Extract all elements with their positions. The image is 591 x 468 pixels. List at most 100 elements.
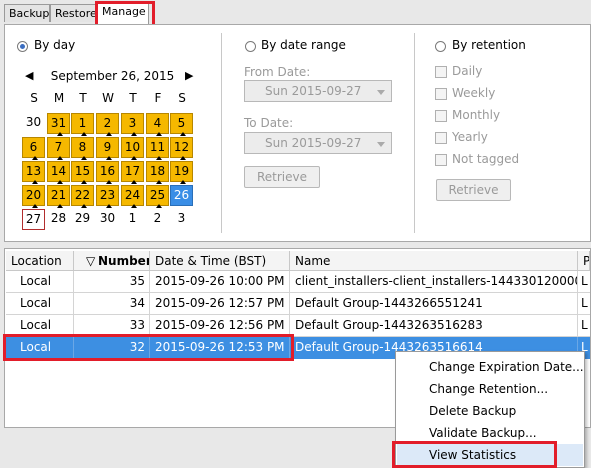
- label-daily: Daily: [452, 64, 483, 78]
- label-by-retention: By retention: [452, 38, 526, 52]
- calendar-day-with-backup[interactable]: 1: [71, 113, 94, 136]
- menu-item-view-statistics[interactable]: View Statistics: [397, 444, 583, 466]
- calendar-day-with-backup[interactable]: 23: [96, 185, 119, 208]
- column-header-datetime[interactable]: Date & Time (BST): [150, 251, 290, 271]
- label-by-date-range: By date range: [261, 38, 346, 52]
- calendar-day-with-backup[interactable]: 25: [146, 185, 169, 208]
- calendar-day-with-backup[interactable]: 15: [71, 161, 94, 184]
- column-header-number-label: Number: [98, 254, 150, 268]
- radio-by-date-range[interactable]: [245, 41, 256, 52]
- calendar-day-with-backup[interactable]: 20: [22, 185, 45, 208]
- table-row[interactable]: Local 33 2015-09-26 12:56 PM Default Gro…: [6, 315, 590, 337]
- cell-number: 34: [74, 293, 150, 314]
- chevron-down-icon: [377, 142, 385, 147]
- calendar-day-with-backup[interactable]: 9: [96, 137, 119, 160]
- cell-location: Local: [6, 293, 74, 314]
- weekday-label: W: [102, 91, 114, 105]
- calendar-day[interactable]: 29: [71, 209, 94, 230]
- menu-item-change-retention[interactable]: Change Retention...: [397, 378, 583, 400]
- context-menu: Change Expiration Date... Change Retenti…: [395, 351, 585, 468]
- calendar-day[interactable]: 3: [170, 209, 193, 230]
- calendar-day-with-backup[interactable]: 16: [96, 161, 119, 184]
- calendar-day-with-backup[interactable]: 3: [121, 113, 144, 136]
- checkbox-yearly[interactable]: [435, 132, 447, 144]
- cell-p: L: [581, 318, 588, 332]
- radio-by-day[interactable]: [17, 41, 28, 52]
- calendar-day-with-backup[interactable]: 8: [71, 137, 94, 160]
- checkbox-weekly[interactable]: [435, 88, 447, 100]
- to-date-label: To Date:: [244, 116, 294, 130]
- cell-datetime: 2015-09-26 10:00 PM: [150, 271, 290, 292]
- calendar-day-with-backup[interactable]: 5: [170, 113, 193, 136]
- cell-number: 33: [74, 315, 150, 336]
- calendar-day[interactable]: 28: [47, 209, 70, 230]
- calendar-day-with-backup[interactable]: 18: [146, 161, 169, 184]
- calendar-day-with-backup[interactable]: 11: [146, 137, 169, 160]
- weekday-label: S: [178, 91, 186, 105]
- checkbox-monthly[interactable]: [435, 110, 447, 122]
- column-header-location[interactable]: Location: [6, 251, 74, 271]
- calendar-day-with-backup[interactable]: 24: [121, 185, 144, 208]
- calendar-day[interactable]: 1: [121, 209, 144, 230]
- sort-descending-icon: ▽: [86, 254, 96, 268]
- menu-item-change-expiration-date[interactable]: Change Expiration Date...: [397, 356, 584, 378]
- calendar-day-selected[interactable]: 26: [170, 185, 193, 206]
- calendar-day-with-backup[interactable]: 17: [121, 161, 144, 184]
- calendar-title: September 26, 2015: [50, 69, 175, 83]
- label-by-day: By day: [34, 38, 76, 52]
- chevron-down-icon: [377, 90, 385, 95]
- cell-name: Default Group-1443263516283: [290, 315, 578, 336]
- checkbox-not-tagged[interactable]: [435, 154, 447, 166]
- checkbox-daily[interactable]: [435, 66, 447, 78]
- weekday-label: T: [129, 91, 137, 105]
- table-row[interactable]: Local 34 2015-09-26 12:57 PM Default Gro…: [6, 293, 590, 315]
- divider: [414, 33, 415, 233]
- next-month-arrow-icon[interactable]: ▶: [185, 69, 193, 82]
- calendar-day[interactable]: 30: [96, 209, 119, 230]
- divider: [221, 33, 222, 233]
- cell-name: client_installers-client_installers-1443…: [290, 271, 578, 292]
- calendar-day[interactable]: 2: [146, 209, 169, 230]
- radio-by-retention[interactable]: [435, 41, 446, 52]
- cell-number: 35: [74, 271, 150, 292]
- calendar-day-with-backup[interactable]: 7: [47, 137, 70, 160]
- cell-p: L: [581, 296, 588, 310]
- calendar-day-with-backup[interactable]: 31: [47, 113, 70, 136]
- calendar-day[interactable]: 30: [22, 113, 45, 134]
- to-date-picker[interactable]: Sun 2015-09-27: [244, 132, 392, 154]
- cell-number: 32: [74, 337, 150, 358]
- filter-panel: By day ◀ September 26, 2015 ▶ S M T W T …: [4, 24, 591, 242]
- menu-item-validate-backup[interactable]: Validate Backup...: [397, 422, 583, 444]
- calendar-day-with-backup[interactable]: 12: [170, 137, 193, 160]
- tab-restore[interactable]: Restore: [50, 4, 97, 22]
- to-date-value: Sun 2015-09-27: [265, 136, 362, 150]
- from-date-label: From Date:: [244, 65, 311, 79]
- tab-backup[interactable]: Backup: [4, 4, 50, 22]
- label-monthly: Monthly: [452, 108, 501, 122]
- weekday-label: M: [53, 91, 65, 105]
- cell-location: Local: [6, 315, 74, 336]
- tab-manage[interactable]: Manage: [97, 2, 149, 24]
- cell-name: Default Group-1443266551241: [290, 293, 578, 314]
- retrieve-retention-button[interactable]: Retrieve: [436, 179, 511, 201]
- calendar-day-with-backup[interactable]: 13: [22, 161, 45, 184]
- weekday-label: S: [30, 91, 38, 105]
- table-row[interactable]: Local 35 2015-09-26 10:00 PM client_inst…: [6, 271, 590, 293]
- calendar-day-with-backup[interactable]: 2: [96, 113, 119, 136]
- calendar-day-today[interactable]: 27: [22, 209, 45, 230]
- column-header-number[interactable]: ▽ Number: [74, 251, 150, 271]
- column-header-p[interactable]: P: [578, 251, 590, 271]
- calendar-day-with-backup[interactable]: 14: [47, 161, 70, 184]
- calendar-day-with-backup[interactable]: 6: [22, 137, 45, 160]
- calendar-day-with-backup[interactable]: 10: [121, 137, 144, 160]
- column-header-name[interactable]: Name: [290, 251, 578, 271]
- cell-datetime: 2015-09-26 12:56 PM: [150, 315, 290, 336]
- label-yearly: Yearly: [452, 130, 488, 144]
- from-date-picker[interactable]: Sun 2015-09-27: [244, 80, 392, 102]
- calendar-day-with-backup[interactable]: 19: [170, 161, 193, 184]
- calendar-day-with-backup[interactable]: 4: [146, 113, 169, 136]
- menu-item-delete-backup[interactable]: Delete Backup: [397, 400, 583, 422]
- calendar-day-with-backup[interactable]: 22: [71, 185, 94, 208]
- retrieve-date-range-button[interactable]: Retrieve: [244, 166, 320, 188]
- calendar-day-with-backup[interactable]: 21: [47, 185, 70, 208]
